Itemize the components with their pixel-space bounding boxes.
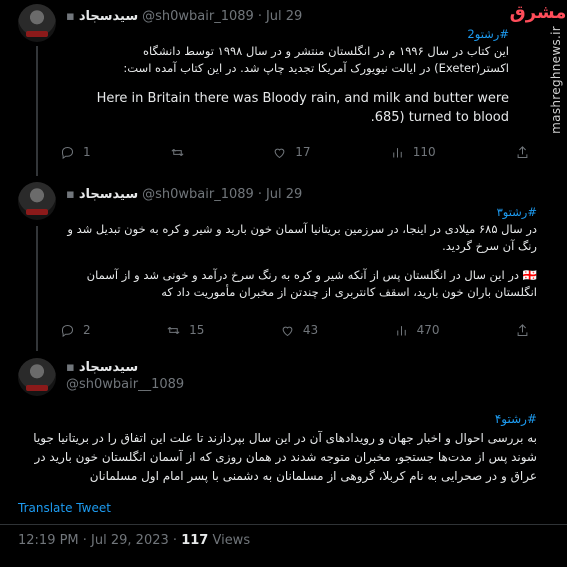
action-bar: 1 17 110	[60, 142, 530, 162]
reply-button[interactable]: 2	[60, 323, 91, 338]
action-bar: 2 15 43 470	[60, 320, 530, 340]
tweet-date[interactable]: Jul 29	[266, 9, 302, 24]
views-count: 470	[416, 323, 440, 337]
tweet-text: به بررسی احوال و اخبار جهان و رویدادهای …	[33, 431, 537, 483]
views-chart-icon	[396, 325, 406, 335]
like-button[interactable]: 43	[280, 323, 318, 338]
like-button[interactable]: 17	[272, 145, 310, 160]
display-name[interactable]: سیدسجاد	[79, 360, 138, 375]
timestamp[interactable]: 12:19 PM · Jul 29, 2023	[18, 533, 169, 548]
thread-line	[36, 46, 38, 176]
display-name[interactable]: سیدسجاد	[79, 9, 138, 24]
views-count: 117	[181, 533, 209, 548]
handle[interactable]: @sh0wbair__1089	[66, 377, 184, 392]
views-chart-icon	[393, 147, 402, 157]
reply-icon	[61, 146, 74, 159]
separator: ·	[257, 186, 262, 202]
reply-count: 2	[83, 323, 91, 337]
share-button[interactable]	[515, 145, 530, 160]
separator: ·	[172, 533, 178, 548]
tweet-text: در سال ۶۸۵ میلادی در اینجا، در سرزمین بر…	[67, 222, 537, 253]
tweet-3-focused[interactable]: ▪ سیدسجاد @sh0wbair__1089 #رشتو۴ به بررس…	[0, 352, 567, 567]
retweet-button[interactable]	[170, 145, 193, 160]
views-label: Views	[212, 533, 251, 548]
avatar[interactable]	[18, 358, 56, 396]
avatar[interactable]	[18, 4, 56, 42]
tweet-body: #رشتو۴ به بررسی احوال و اخبار جهان و روی…	[18, 410, 537, 486]
tweet-text-english: Here in Britain there was Bloody rain, a…	[96, 91, 509, 125]
tweet-body: #رشتو۳ در سال ۶۸۵ میلادی در اینجا، در سر…	[66, 204, 537, 301]
tweet-meta: 12:19 PM · Jul 29, 2023 · 117 Views	[18, 533, 250, 548]
views-count: 110	[412, 145, 436, 159]
retweet-icon	[167, 326, 180, 334]
tweet-header: ▪ سیدسجاد @sh0wbair_1089 · Jul 29	[66, 184, 547, 204]
views-button[interactable]: 110	[390, 145, 436, 160]
handle[interactable]: @sh0wbair_1089	[142, 187, 254, 202]
hashtag[interactable]: #رشتو۴	[18, 410, 537, 429]
views-button[interactable]: 470	[394, 323, 440, 338]
author-block: ▪ سیدسجاد @sh0wbair__1089	[66, 360, 184, 392]
reply-count: 1	[83, 145, 91, 159]
verified-flag-icon: ▪	[66, 8, 75, 24]
like-count: 43	[302, 323, 319, 337]
heart-icon	[282, 326, 293, 336]
share-icon	[517, 145, 528, 158]
handle[interactable]: @sh0wbair_1089	[142, 9, 254, 24]
retweet-icon	[171, 148, 184, 156]
tweet-header: ▪ سیدسجاد @sh0wbair_1089 · Jul 29	[66, 6, 547, 26]
hashtag[interactable]: #رشتو۳	[66, 204, 537, 221]
reply-icon	[61, 324, 74, 337]
heart-icon	[274, 148, 285, 158]
tweet-body: #رشتو2 این کتاب در سال ۱۹۹۶ م در انگلستا…	[66, 26, 509, 127]
retweet-count: 15	[189, 323, 205, 337]
verified-flag-icon: ▪	[66, 186, 75, 202]
reply-button[interactable]: 1	[60, 145, 91, 160]
tweet-text-2: 🇬🇪 در این سال در انگلستان پس از آنکه شیر…	[86, 268, 537, 299]
tweet-1[interactable]: ▪ سیدسجاد @sh0wbair_1089 · Jul 29 #رشتو2…	[0, 0, 567, 176]
thread-line	[36, 226, 38, 351]
tweet-date[interactable]: Jul 29	[266, 187, 302, 202]
hashtag[interactable]: #رشتو2	[66, 26, 509, 43]
separator: ·	[257, 8, 262, 24]
verified-flag-icon: ▪	[66, 360, 75, 375]
display-name[interactable]: سیدسجاد	[79, 187, 138, 202]
share-button[interactable]	[515, 323, 530, 338]
divider	[0, 524, 567, 525]
share-icon	[517, 323, 528, 336]
like-count: 17	[295, 145, 311, 159]
avatar[interactable]	[18, 182, 56, 220]
tweet-text: این کتاب در سال ۱۹۹۶ م در انگلستان منتشر…	[123, 44, 509, 75]
retweet-button[interactable]: 15	[166, 323, 204, 338]
translate-link[interactable]: Translate Tweet	[18, 501, 111, 515]
tweet-2[interactable]: ▪ سیدسجاد @sh0wbair_1089 · Jul 29 #رشتو۳…	[0, 178, 567, 351]
